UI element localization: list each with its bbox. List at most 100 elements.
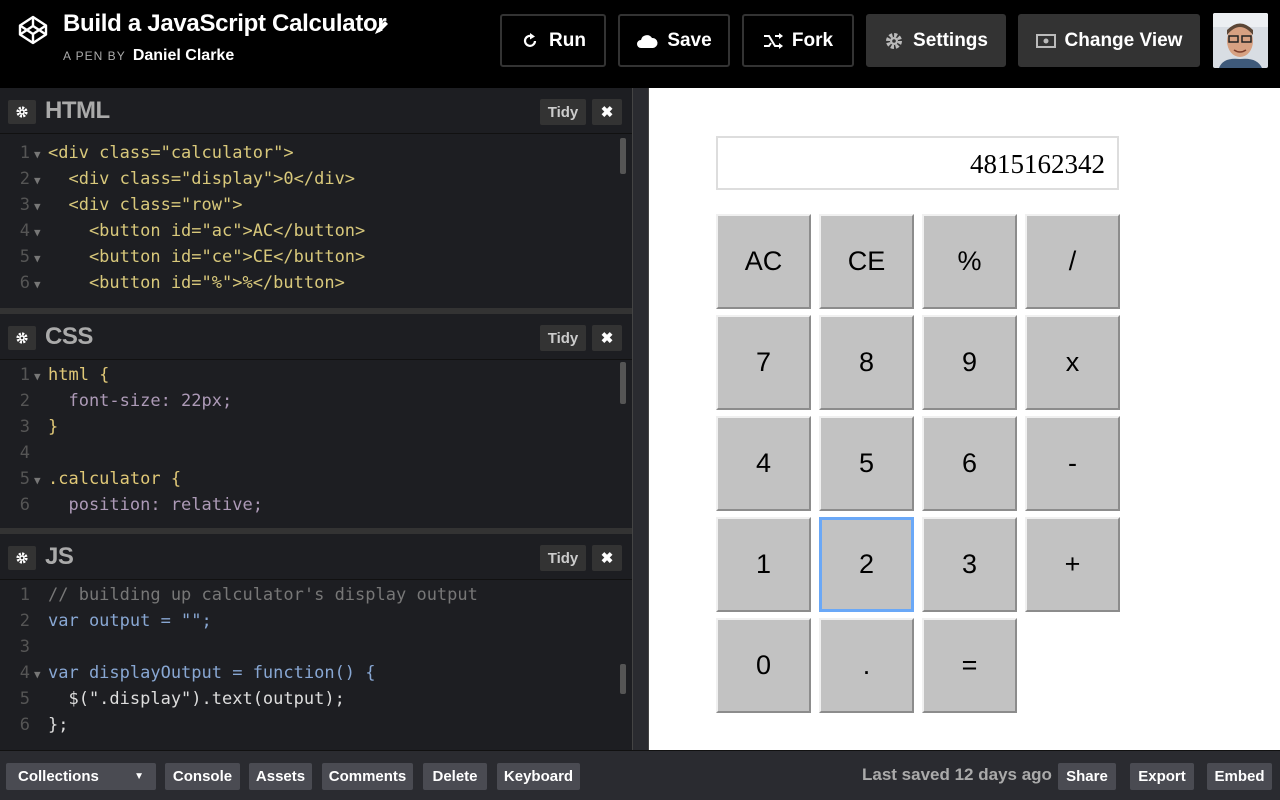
author-link[interactable]: Daniel Clarke (133, 47, 234, 64)
calc-key-2[interactable]: 2 (819, 517, 914, 612)
calc-key-percent[interactable]: % (922, 214, 1017, 309)
js-tidy-button[interactable]: Tidy (540, 545, 586, 571)
collections-label: Collections (18, 768, 99, 785)
code-line: 6 position: relative; (19, 495, 263, 515)
keyboard-button[interactable]: Keyboard (497, 763, 580, 790)
gear-icon (16, 332, 28, 344)
code-line: 5 ▼ .calculator { (19, 469, 182, 489)
js-close-button[interactable]: ✖ (592, 545, 622, 571)
css-code-editor[interactable]: 1 ▼ html { 2 font-size: 22px; 3} 4 5 ▼ .calc… (0, 362, 632, 524)
code-line: 2 ▼ <div class="display">0</div> (19, 169, 356, 189)
calc-key-plus[interactable]: + (1025, 517, 1120, 612)
html-tidy-button[interactable]: Tidy (540, 99, 586, 125)
run-button[interactable]: Run (500, 14, 606, 67)
embed-button[interactable]: Embed (1207, 763, 1272, 790)
html-scrollbar[interactable] (620, 138, 626, 174)
html-code-editor[interactable]: 1 ▼ <div class="calculator"> 2 ▼ <div class… (0, 140, 632, 306)
gear-icon (16, 106, 28, 118)
js-panel-title: JS (45, 543, 74, 570)
calc-key-ac[interactable]: AC (716, 214, 811, 309)
css-panel-title: CSS (45, 323, 93, 350)
code-line: 4 ▼ var displayOutput = function() { (19, 663, 376, 683)
change-view-label: Change View (1064, 29, 1183, 51)
code-line: 5 $(".display").text(output); (19, 689, 345, 709)
fork-icon (763, 32, 783, 49)
top-bar: Build a JavaScript Calculator A PEN BY D… (0, 0, 1280, 80)
calc-key-1[interactable]: 1 (716, 517, 811, 612)
calculator-display: 4815162342 (716, 136, 1119, 190)
settings-label: Settings (913, 29, 988, 51)
save-button[interactable]: Save (618, 14, 730, 67)
code-line: 5 ▼ <button id="ce">CE</button> (19, 247, 366, 267)
calc-key-divide[interactable]: / (1025, 214, 1120, 309)
css-settings-button[interactable] (8, 326, 36, 350)
code-line: 3 ▼ <div class="row"> (19, 195, 243, 215)
pen-title[interactable]: Build a JavaScript Calculator (63, 10, 387, 38)
run-label: Run (549, 29, 586, 51)
js-panel: JS Tidy ✖ 1// building up calculator's d… (0, 534, 632, 750)
html-panel: HTML Tidy ✖ 1 ▼ <div class="calculator"> 2… (0, 88, 632, 308)
calc-key-4[interactable]: 4 (716, 416, 811, 511)
assets-button[interactable]: Assets (249, 763, 312, 790)
html-close-button[interactable]: ✖ (592, 99, 622, 125)
code-line: 1// building up calculator's display out… (19, 585, 478, 605)
calc-key-9[interactable]: 9 (922, 315, 1017, 410)
fork-label: Fork (791, 29, 834, 51)
calc-key-decimal[interactable]: . (819, 618, 914, 713)
code-line: 4 (19, 443, 30, 463)
editors-column: HTML Tidy ✖ 1 ▼ <div class="calculator"> 2… (0, 88, 632, 750)
css-tidy-button[interactable]: Tidy (540, 325, 586, 351)
calc-key-8[interactable]: 8 (819, 315, 914, 410)
calc-key-5[interactable]: 5 (819, 416, 914, 511)
code-line: 6 ▼ <button id="%">%</button> (19, 273, 345, 293)
code-line: 3} (19, 417, 59, 437)
gear-icon (886, 32, 903, 49)
comments-button[interactable]: Comments (322, 763, 413, 790)
calc-key-equals[interactable]: = (922, 618, 1017, 713)
calc-key-0[interactable]: 0 (716, 618, 811, 713)
chevron-down-icon: ▼ (134, 771, 144, 782)
editor-preview-resizer[interactable] (632, 88, 649, 750)
calc-key-minus[interactable]: - (1025, 416, 1120, 511)
calc-key-7[interactable]: 7 (716, 315, 811, 410)
code-line: 2 font-size: 22px; (19, 391, 233, 411)
gear-icon (16, 552, 28, 564)
js-settings-button[interactable] (8, 546, 36, 570)
css-scrollbar[interactable] (620, 362, 626, 404)
byline: A PEN BY Daniel Clarke (63, 47, 234, 65)
code-line: 6}; (19, 715, 69, 735)
last-saved-status: Last saved 12 days ago (862, 765, 1052, 784)
js-panel-header: JS Tidy ✖ (0, 534, 632, 580)
codepen-logo-icon[interactable] (17, 14, 49, 46)
js-code-editor[interactable]: 1// building up calculator's display out… (0, 582, 632, 746)
calc-key-multiply[interactable]: x (1025, 315, 1120, 410)
avatar-photo (1213, 13, 1268, 68)
code-line: 2 var output = ""; (19, 611, 212, 631)
pencil-icon[interactable] (373, 18, 391, 36)
cloud-icon (637, 34, 658, 48)
code-line: 1 ▼ html { (19, 365, 110, 385)
calc-key-6[interactable]: 6 (922, 416, 1017, 511)
export-button[interactable]: Export (1130, 763, 1194, 790)
avatar[interactable] (1213, 13, 1268, 68)
calc-key-3[interactable]: 3 (922, 517, 1017, 612)
fork-button[interactable]: Fork (742, 14, 854, 67)
save-label: Save (667, 29, 712, 51)
change-view-button[interactable]: Change View (1018, 14, 1200, 67)
delete-button[interactable]: Delete (423, 763, 487, 790)
js-scrollbar[interactable] (620, 664, 626, 694)
css-close-button[interactable]: ✖ (592, 325, 622, 351)
code-line: 4 ▼ <button id="ac">AC</button> (19, 221, 366, 241)
html-panel-header: HTML Tidy ✖ (0, 88, 632, 134)
view-icon (1035, 33, 1056, 48)
refresh-icon (523, 32, 537, 47)
settings-button[interactable]: Settings (866, 14, 1006, 67)
css-panel: CSS Tidy ✖ 1 ▼ html { 2 font-size: 22px; 3… (0, 314, 632, 528)
share-button[interactable]: Share (1058, 763, 1116, 790)
console-button[interactable]: Console (165, 763, 240, 790)
collections-dropdown[interactable]: Collections ▼ (6, 763, 156, 790)
calc-key-ce[interactable]: CE (819, 214, 914, 309)
html-settings-button[interactable] (8, 100, 36, 124)
html-panel-title: HTML (45, 97, 110, 124)
byline-prefix: A PEN BY (63, 49, 126, 63)
